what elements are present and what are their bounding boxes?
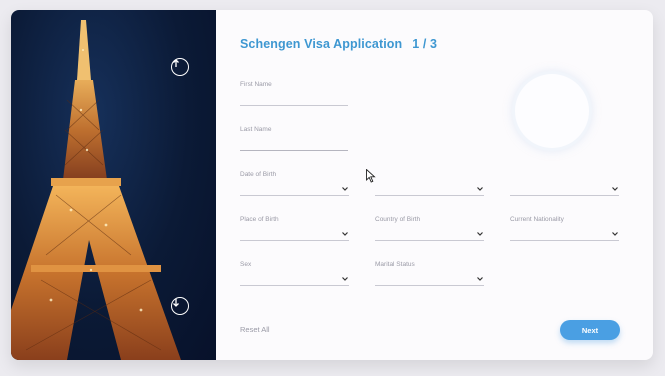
last-name-label: Last Name [240, 126, 272, 133]
current-nationality-label: Current Nationality [510, 216, 564, 223]
dob-year-underline [510, 195, 619, 196]
place-of-birth-select[interactable]: Place of Birth [240, 216, 349, 242]
step-indicator: 1 / 3 [412, 37, 438, 51]
country-of-birth-select[interactable]: Country of Birth [375, 216, 484, 242]
sex-underline [240, 285, 349, 286]
arrow-down-icon [173, 299, 179, 307]
sex-select[interactable]: Sex [240, 261, 349, 287]
first-name-underline [240, 105, 348, 106]
first-name-field[interactable]: First Name [240, 81, 348, 107]
mouse-cursor-icon [366, 169, 376, 183]
first-name-label: First Name [240, 81, 272, 88]
chevron-down-icon [342, 187, 348, 191]
eiffel-tower-photo [11, 10, 216, 360]
chevron-down-icon [612, 232, 618, 236]
chevron-down-icon [477, 187, 483, 191]
dob-day-select[interactable]: Date of Birth [240, 171, 349, 197]
current-nationality-select[interactable]: Current Nationality [510, 216, 619, 242]
arrow-up-icon [173, 59, 179, 67]
sex-label: Sex [240, 261, 252, 268]
dob-day-underline [240, 195, 349, 196]
country-of-birth-label: Country of Birth [375, 216, 421, 223]
next-button[interactable]: Next [560, 320, 620, 340]
marital-status-label: Marital Status [375, 261, 415, 268]
visa-form: Schengen Visa Application 1 / 3 First Nam… [216, 10, 653, 360]
place-of-birth-underline [240, 240, 349, 241]
marital-status-select[interactable]: Marital Status [375, 261, 484, 287]
application-card: Schengen Visa Application 1 / 3 First Nam… [11, 10, 653, 360]
chevron-down-icon [342, 277, 348, 281]
dob-month-select[interactable] [375, 171, 484, 197]
current-nationality-underline [510, 240, 619, 241]
dob-label: Date of Birth [240, 171, 277, 178]
country-of-birth-underline [375, 240, 484, 241]
chevron-down-icon [477, 277, 483, 281]
chevron-down-icon [342, 232, 348, 236]
last-name-underline [240, 150, 348, 151]
last-name-field[interactable]: Last Name [240, 126, 348, 152]
form-title: Schengen Visa Application [240, 37, 403, 51]
scroll-up-button[interactable] [171, 58, 189, 76]
page-title: Schengen Visa Application 1 / 3 [240, 37, 437, 51]
marital-status-underline [375, 285, 484, 286]
place-of-birth-label: Place of Birth [240, 216, 279, 223]
chevron-down-icon [612, 187, 618, 191]
chevron-down-icon [477, 232, 483, 236]
dob-year-select[interactable] [510, 171, 619, 197]
reset-all-button[interactable]: Reset All [240, 325, 270, 334]
photo-upload-placeholder[interactable] [515, 74, 589, 148]
scroll-down-button[interactable] [171, 297, 189, 315]
dob-month-underline [375, 195, 484, 196]
